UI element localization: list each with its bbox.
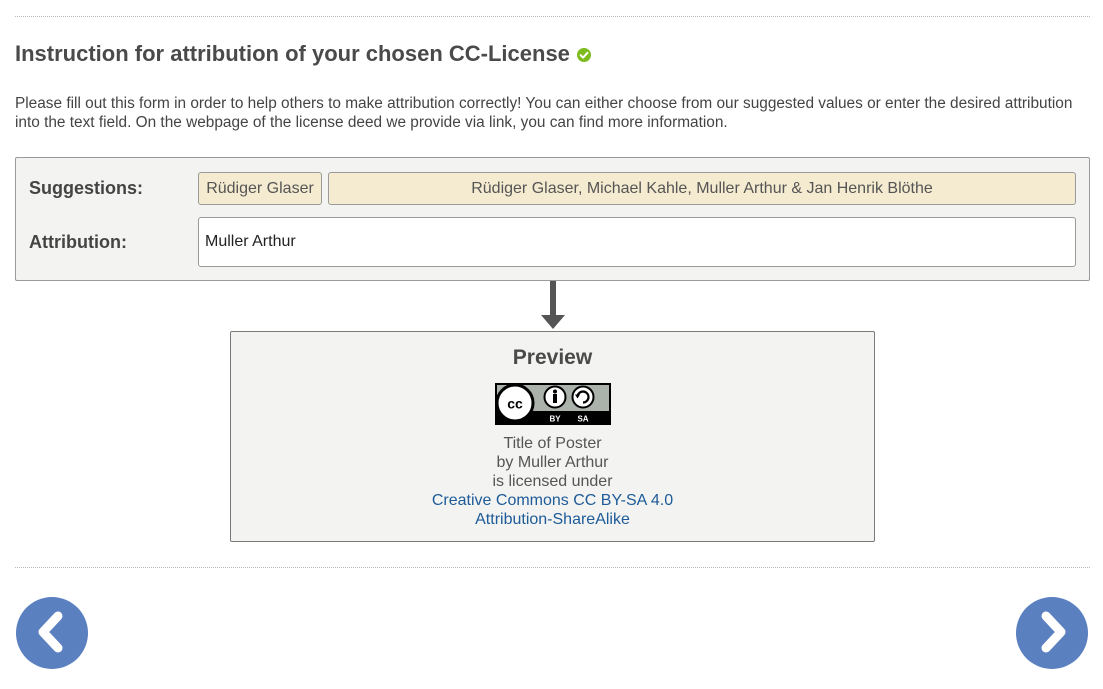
preview-attribution: Title of Poster by Muller Arthur is lice… [231,434,874,529]
work-title: Title of Poster [503,435,602,452]
chevron-right-icon [1041,611,1066,653]
licensed-under-text: is licensed under [492,473,613,490]
top-divider [15,16,1090,17]
attribution-input[interactable] [198,217,1076,267]
intro-text: Please fill out this form in order to he… [15,95,1073,131]
check-circle-icon [576,48,591,62]
suggestion-button-1[interactable]: Rüdiger Glaser [198,172,322,205]
license-attribution-page: Instruction for attribution of your chos… [0,0,1103,689]
next-button[interactable] [1016,597,1088,669]
page-title: Instruction for attribution of your chos… [15,41,570,66]
page-heading: Instruction for attribution of your chos… [15,41,591,67]
author-line: by Muller Arthur [496,454,609,471]
preview-panel: Preview cc BY SA Title of Poster by Mull… [230,331,875,542]
suggestion-button-2[interactable]: Rüdiger Glaser, Michael Kahle, Muller Ar… [328,172,1076,205]
bottom-divider [15,567,1090,568]
license-name-link[interactable]: Creative Commons CC BY-SA 4.0 [231,491,874,510]
cc-by-sa-badge-icon[interactable]: cc BY SA [495,383,611,425]
license-type-link[interactable]: Attribution-ShareAlike [231,510,874,529]
down-arrow-icon [541,281,565,329]
badge-by-text: BY [549,415,561,424]
badge-sa-text: SA [577,415,588,424]
attribution-label: Attribution: [29,232,127,252]
attribution-form: Suggestions: Rüdiger Glaser Rüdiger Glas… [15,157,1090,281]
suggestions-label: Suggestions: [29,178,144,198]
chevron-left-icon [38,611,63,653]
preview-title: Preview [512,346,593,369]
previous-button[interactable] [16,597,88,669]
svg-text:cc: cc [507,396,523,412]
